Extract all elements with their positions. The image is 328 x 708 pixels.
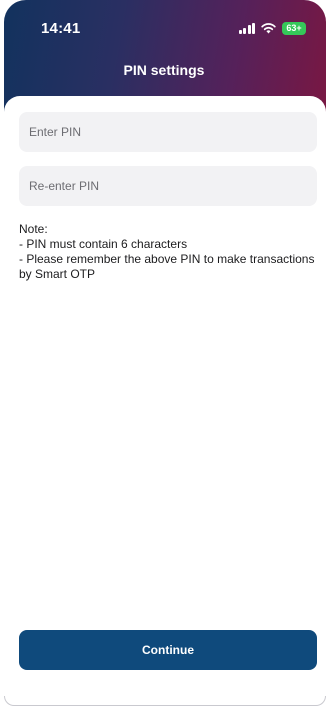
phone-screen: 14:41 63+ PIN settings Note: - PIN must … <box>0 0 328 708</box>
note-line-length: - PIN must contain 6 characters <box>19 237 188 251</box>
wifi-icon <box>261 23 276 34</box>
note-heading: Note: <box>19 222 48 236</box>
content-sheet: Note: - PIN must contain 6 characters - … <box>4 96 326 708</box>
status-icons: 63+ <box>238 20 306 36</box>
page-title: PIN settings <box>123 62 205 78</box>
screen-bottom-edge <box>4 696 326 706</box>
status-bar: 14:41 63+ <box>0 0 328 56</box>
signal-icon <box>238 22 255 34</box>
pin-input[interactable] <box>19 112 317 152</box>
battery-icon: 63+ <box>282 21 306 35</box>
confirm-pin-input[interactable] <box>19 166 317 206</box>
battery-level: 63+ <box>286 23 302 33</box>
continue-button[interactable]: Continue <box>19 630 317 670</box>
note-line-remember: - Please remember the above PIN to make … <box>19 252 315 281</box>
note-block: Note: - PIN must contain 6 characters - … <box>19 222 317 282</box>
status-time: 14:41 <box>41 20 81 37</box>
